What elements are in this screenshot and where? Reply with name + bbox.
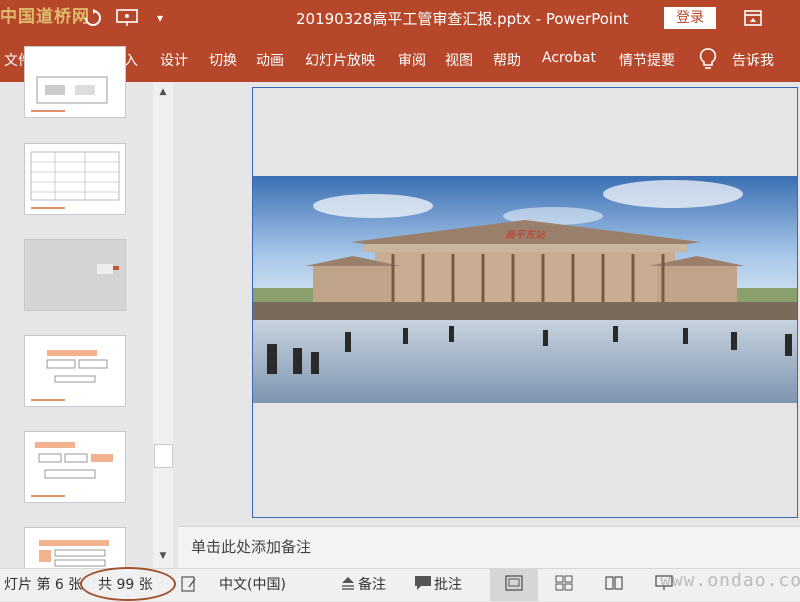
slide-position: 灯片 第 6 张 — [4, 577, 83, 593]
accessibility-icon[interactable] — [180, 575, 198, 597]
normal-view-button[interactable] — [490, 569, 538, 601]
slide-sorter-button[interactable] — [540, 569, 588, 601]
notes-pane[interactable]: 单击此处添加备注 — [178, 526, 800, 569]
tab-animations[interactable]: 动画 — [256, 50, 284, 70]
tab-storyboard[interactable]: 情节提要 — [619, 50, 675, 70]
tab-design[interactable]: 设计 — [160, 50, 188, 70]
reading-view-button[interactable] — [590, 569, 638, 601]
comments-icon[interactable] — [414, 575, 432, 595]
reading-view-icon — [605, 575, 623, 595]
login-button[interactable]: 登录 — [664, 7, 716, 29]
slide-thumbnail[interactable] — [24, 143, 126, 215]
notes-placeholder: 单击此处添加备注 — [191, 538, 312, 556]
watermark-site: www.ondao.com — [660, 570, 800, 591]
notes-icon[interactable] — [340, 575, 356, 595]
window-title: 20190328高平工管审查汇报.pptx - PowerPoint — [296, 10, 629, 28]
tab-help[interactable]: 帮助 — [493, 50, 521, 70]
thumbnail-pane — [0, 46, 176, 599]
present-icon[interactable] — [116, 0, 138, 36]
tab-slideshow[interactable]: 幻灯片放映 — [305, 50, 375, 70]
title-bar: 中国道桥网 ▾ 20190328高平工管审查汇报.pptx - PowerPoi… — [0, 0, 800, 36]
scroll-down-icon[interactable]: ▼ — [153, 547, 173, 565]
station-sign: 高平东站 — [505, 229, 547, 241]
slide-sorter-icon — [555, 575, 573, 595]
watermark-logo: 中国道桥网 — [0, 7, 90, 27]
annotation-circle — [80, 567, 176, 601]
tab-transitions[interactable]: 切换 — [209, 50, 237, 70]
lightbulb-icon[interactable] — [699, 48, 717, 74]
tell-me-search[interactable]: 告诉我 — [732, 50, 774, 70]
comments-button[interactable]: 批注 — [434, 574, 462, 594]
slide-thumbnail[interactable] — [24, 431, 126, 503]
normal-view-icon — [505, 575, 523, 595]
tab-acrobat[interactable]: Acrobat — [542, 50, 596, 66]
notes-button[interactable]: 备注 — [358, 574, 386, 594]
restore-window-icon[interactable] — [744, 0, 762, 36]
customize-icon[interactable]: ▾ — [154, 0, 166, 36]
current-slide[interactable]: 高平东站 — [252, 87, 798, 518]
slide-thumbnail[interactable] — [24, 335, 126, 407]
slide-thumbnail[interactable] — [24, 46, 126, 118]
undo-icon[interactable] — [84, 0, 102, 36]
tab-review[interactable]: 审阅 — [398, 50, 426, 70]
station-rendering-image: 高平东站 — [253, 176, 797, 403]
language-indicator[interactable]: 中文(中国) — [219, 574, 286, 594]
thumbnail-scrollbar[interactable]: ▲ ▼ — [153, 82, 173, 568]
scroll-thumb[interactable] — [154, 444, 173, 468]
scroll-up-icon[interactable]: ▲ — [153, 83, 173, 101]
slide-thumbnail-current[interactable] — [24, 239, 126, 311]
tab-view[interactable]: 视图 — [445, 50, 473, 70]
